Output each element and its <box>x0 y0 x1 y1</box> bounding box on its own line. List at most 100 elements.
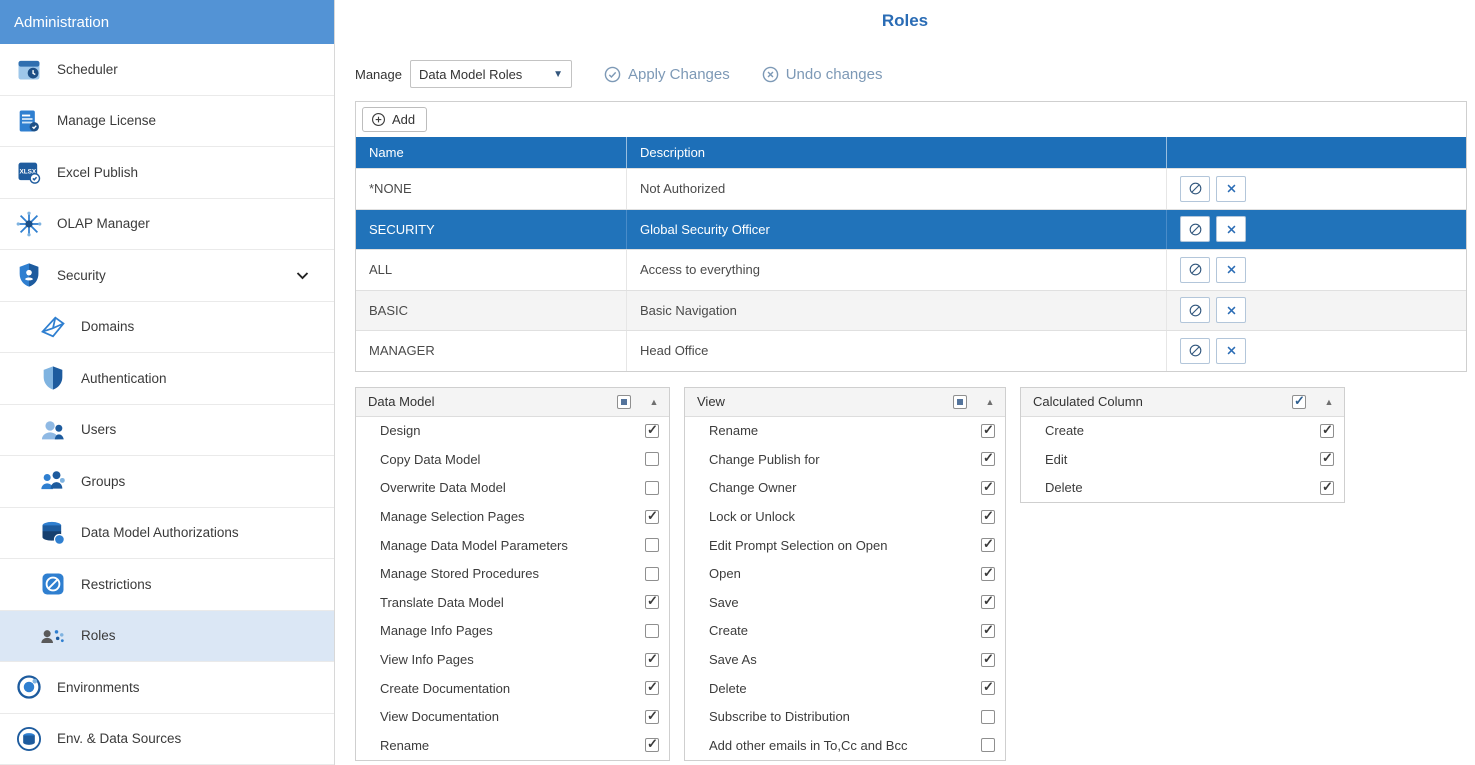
users-icon <box>38 415 68 445</box>
permission-checkbox[interactable] <box>1320 452 1334 466</box>
column-header-description[interactable]: Description <box>626 137 1166 168</box>
sidebar-item-groups[interactable]: Groups <box>0 456 334 508</box>
database-icon <box>38 518 68 548</box>
edit-permissions-button[interactable] <box>1180 297 1210 323</box>
permission-item-manage-selection-pages: Manage Selection Pages <box>356 502 669 531</box>
delete-role-button[interactable] <box>1216 338 1246 364</box>
add-role-label: Add <box>392 112 415 127</box>
edit-permissions-button[interactable] <box>1180 176 1210 202</box>
permission-checkbox[interactable] <box>645 452 659 466</box>
permission-checkbox[interactable] <box>645 538 659 552</box>
permission-checkbox[interactable] <box>981 424 995 438</box>
circle-check-icon <box>604 66 621 83</box>
permission-checkbox[interactable] <box>645 653 659 667</box>
table-row-manager[interactable]: MANAGERHead Office <box>356 330 1466 371</box>
sidebar-item-security[interactable]: Security <box>0 250 334 302</box>
sidebar-item-data-model-authorizations[interactable]: Data Model Authorizations <box>0 508 334 560</box>
sidebar-item-env-data-sources[interactable]: Env. & Data Sources <box>0 714 334 765</box>
permission-checkbox[interactable] <box>645 738 659 752</box>
sidebar-item-scheduler[interactable]: Scheduler <box>0 44 334 96</box>
sidebar-item-environments[interactable]: Environments <box>0 662 334 714</box>
permission-item-rename: Rename <box>685 417 1005 446</box>
delete-role-button[interactable] <box>1216 257 1246 283</box>
panel-select-all-checkbox[interactable] <box>617 395 631 409</box>
apply-changes-button[interactable]: Apply Changes <box>604 66 730 83</box>
permission-checkbox[interactable] <box>645 481 659 495</box>
permission-checkbox[interactable] <box>645 595 659 609</box>
sidebar-item-restrictions[interactable]: Restrictions <box>0 559 334 611</box>
collapse-arrow-icon[interactable]: ▲ <box>1322 397 1336 407</box>
panel-select-all-checkbox[interactable] <box>1292 395 1306 409</box>
permission-checkbox[interactable] <box>645 681 659 695</box>
permission-checkbox[interactable] <box>981 481 995 495</box>
chevron-down-icon[interactable] <box>295 268 310 283</box>
collapse-arrow-icon[interactable]: ▲ <box>647 397 661 407</box>
delete-role-button[interactable] <box>1216 216 1246 242</box>
permission-checkbox[interactable] <box>981 595 995 609</box>
add-role-button[interactable]: Add <box>362 107 427 132</box>
permission-checkbox[interactable] <box>981 538 995 552</box>
sidebar-item-excel-publish[interactable]: XLSXExcel Publish <box>0 147 334 199</box>
sidebar-item-users[interactable]: Users <box>0 405 334 457</box>
sidebar-item-olap-manager[interactable]: OLAP Manager <box>0 199 334 251</box>
undo-changes-button[interactable]: Undo changes <box>762 66 883 83</box>
permission-checkbox[interactable] <box>981 653 995 667</box>
permission-label: Design <box>380 423 645 438</box>
permission-checkbox[interactable] <box>645 424 659 438</box>
circle-slash-icon <box>1188 181 1203 196</box>
permission-checkbox[interactable] <box>645 510 659 524</box>
sidebar-item-roles[interactable]: Roles <box>0 611 334 663</box>
sidebar-title: Administration <box>0 0 334 44</box>
edit-permissions-button[interactable] <box>1180 257 1210 283</box>
permission-checkbox[interactable] <box>981 510 995 524</box>
excel-icon: XLSX <box>14 157 44 187</box>
sidebar-item-label: Environments <box>57 680 140 695</box>
permission-label: Delete <box>709 681 981 696</box>
permission-checkbox[interactable] <box>981 738 995 752</box>
permission-checkbox[interactable] <box>645 567 659 581</box>
permission-checkbox[interactable] <box>981 452 995 466</box>
table-row-basic[interactable]: BASICBasic Navigation <box>356 290 1466 331</box>
sidebar-item-manage-license[interactable]: Manage License <box>0 96 334 148</box>
edit-permissions-button[interactable] <box>1180 338 1210 364</box>
permission-checkbox[interactable] <box>1320 481 1334 495</box>
chevron-down-icon: ▼ <box>553 69 563 80</box>
permission-checkbox[interactable] <box>981 710 995 724</box>
permission-item-create-documentation: Create Documentation <box>356 674 669 703</box>
table-row-none[interactable]: *NONENot Authorized <box>356 168 1466 209</box>
delete-role-button[interactable] <box>1216 176 1246 202</box>
permission-label: Rename <box>380 738 645 753</box>
table-row-security[interactable]: SECURITYGlobal Security Officer <box>356 209 1466 250</box>
permission-label: Open <box>709 566 981 581</box>
sidebar-item-label: Groups <box>81 474 125 489</box>
permission-item-translate-data-model: Translate Data Model <box>356 588 669 617</box>
permission-checkbox[interactable] <box>645 624 659 638</box>
panel-view: View▲RenameChange Publish forChange Owne… <box>684 387 1006 761</box>
table-header-row: Name Description <box>356 137 1466 168</box>
role-description-cell: Head Office <box>626 331 1166 371</box>
collapse-arrow-icon[interactable]: ▲ <box>983 397 997 407</box>
permission-checkbox[interactable] <box>981 681 995 695</box>
manage-roles-dropdown[interactable]: Data Model Roles ▼ <box>410 60 572 88</box>
column-header-actions <box>1166 137 1466 168</box>
column-header-name[interactable]: Name <box>356 145 626 160</box>
table-add-bar: Add <box>356 102 1466 137</box>
permission-checkbox[interactable] <box>1320 424 1334 438</box>
permission-label: Save As <box>709 652 981 667</box>
edit-permissions-button[interactable] <box>1180 216 1210 242</box>
permission-checkbox[interactable] <box>981 567 995 581</box>
role-actions-cell <box>1166 169 1466 209</box>
permission-checkbox[interactable] <box>981 624 995 638</box>
delete-role-button[interactable] <box>1216 297 1246 323</box>
sidebar-item-label: OLAP Manager <box>57 216 150 231</box>
permission-checkbox[interactable] <box>645 710 659 724</box>
permission-item-view-info-pages: View Info Pages <box>356 645 669 674</box>
table-row-all[interactable]: ALLAccess to everything <box>356 249 1466 290</box>
permission-label: View Documentation <box>380 709 645 724</box>
olap-icon <box>14 209 44 239</box>
sidebar-item-authentication[interactable]: Authentication <box>0 353 334 405</box>
sidebar-item-domains[interactable]: Domains <box>0 302 334 354</box>
panel-select-all-checkbox[interactable] <box>953 395 967 409</box>
plus-circle-icon <box>371 112 386 127</box>
permission-item-create: Create <box>1021 417 1344 446</box>
